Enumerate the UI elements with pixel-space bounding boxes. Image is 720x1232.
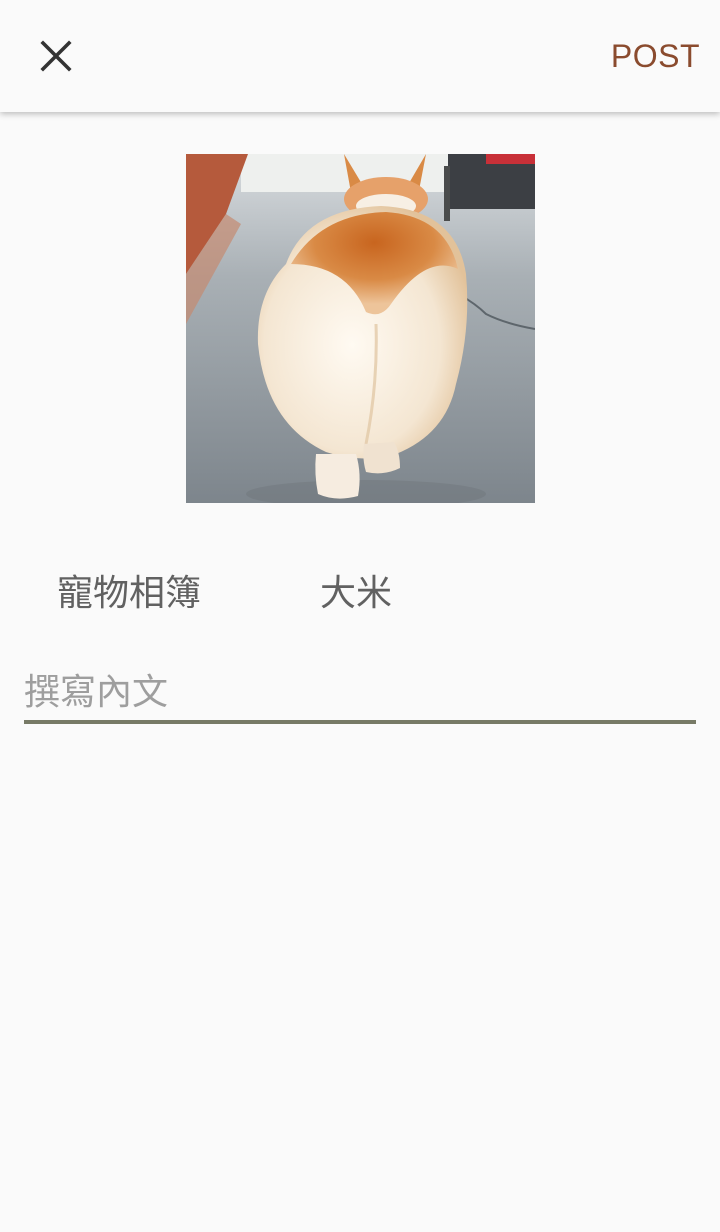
- close-button[interactable]: [24, 24, 88, 88]
- post-content-input[interactable]: [24, 664, 696, 724]
- post-meta-row: 寵物相簿 大米: [0, 566, 720, 626]
- post-button[interactable]: POST: [611, 30, 700, 82]
- album-label[interactable]: 寵物相簿: [57, 566, 201, 622]
- post-photo[interactable]: [186, 154, 535, 503]
- pet-name-label[interactable]: 大米: [320, 566, 392, 622]
- close-icon: [40, 40, 72, 72]
- corgi-photo-image: [186, 154, 535, 503]
- new-post-screen: POST 寵物相簿 大米 撰寫內文: [0, 0, 720, 1232]
- top-app-bar: POST: [0, 0, 720, 112]
